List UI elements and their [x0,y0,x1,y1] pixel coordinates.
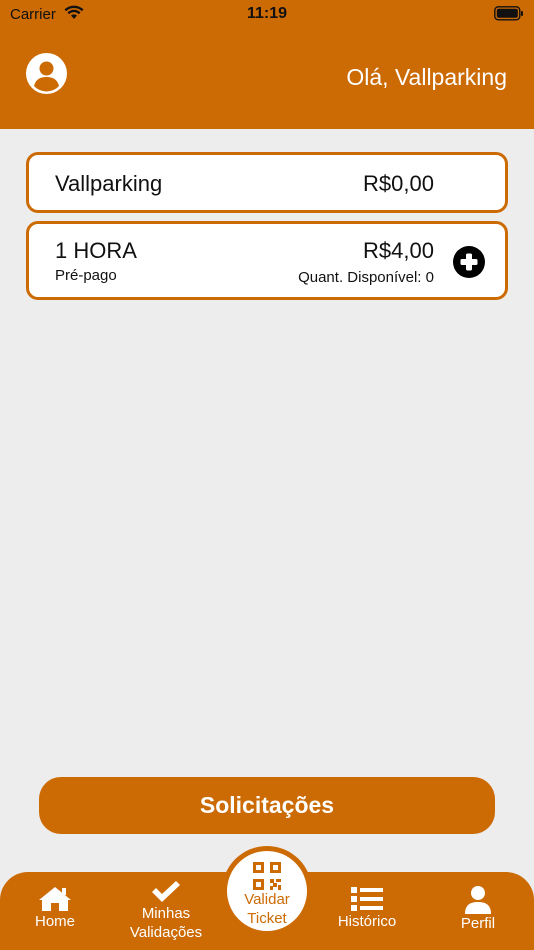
tab-historico[interactable]: Histórico [317,872,417,950]
tab-home-label: Home [34,913,75,930]
validar-ticket-button[interactable]: Validar Ticket [222,846,312,936]
app-header: Carrier 11:19 Olá, Vallparking [0,0,534,129]
balance-value: R$0,00 [363,171,434,196]
tab-perfil[interactable]: Perfil [428,872,528,950]
tab-home[interactable]: Home [5,872,105,950]
user-circle-icon [26,53,67,94]
battery-icon [494,6,524,25]
tab-minhas-label-1: Minhas [141,905,191,922]
product-card: 1 HORA Pré-pago R$4,00 Quant. Disponível… [26,221,508,300]
home-icon [39,887,71,911]
tab-perfil-label: Perfil [460,915,496,932]
product-price: R$4,00 [363,238,434,263]
balance-card: Vallparking R$0,00 [26,152,508,213]
validar-label-2: Ticket [247,910,287,927]
validar-ticket-inner: Validar Ticket [227,851,307,931]
product-subtitle: Pré-pago [55,267,117,284]
add-product-button[interactable] [453,246,485,278]
tab-minhas-validacoes[interactable]: Minhas Validações [116,872,216,950]
balance-name: Vallparking [55,171,163,196]
validar-label-1: Validar [244,891,290,908]
tab-historico-label: Histórico [337,913,397,930]
check-icon [152,881,180,902]
product-quantity: Quant. Disponível: 0 [298,269,434,286]
status-bar: Carrier 11:19 [0,0,534,28]
profile-avatar-button[interactable] [26,53,67,94]
qr-code-icon [253,862,281,890]
status-time: 11:19 [246,5,288,22]
solicitacoes-button[interactable]: Solicitações [39,777,495,834]
greeting-text: Olá, Vallparking [346,64,507,90]
list-icon [351,887,383,911]
person-icon [465,886,491,914]
plus-circle-icon [453,246,485,278]
product-title: 1 HORA [55,238,137,263]
tab-minhas-label-2: Validações [129,924,203,941]
